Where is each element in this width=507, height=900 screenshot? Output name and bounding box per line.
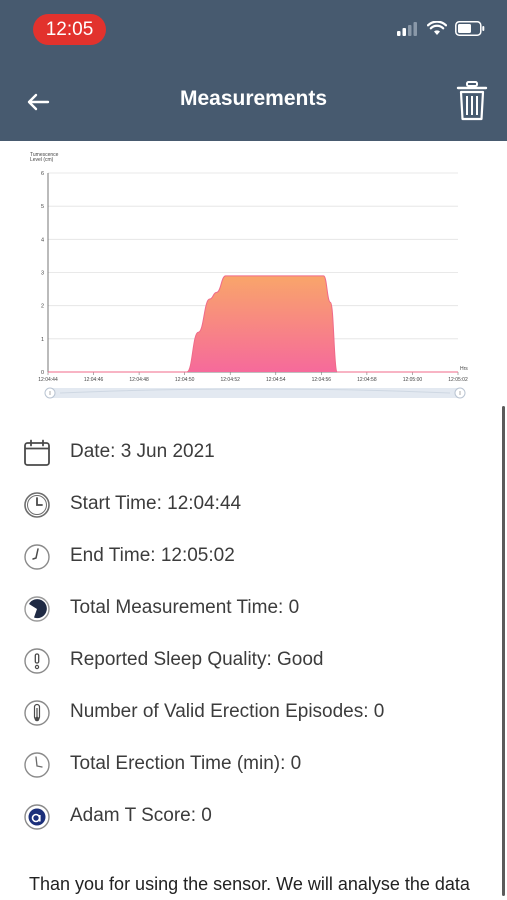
tumescence-chart: Tumescence Level (cm) 0 1 2 3 4 5 6 12:04:44 12:04…	[0, 141, 507, 406]
clock-duration-icon	[22, 750, 52, 780]
x-tick-label: 12:05:00	[403, 377, 423, 383]
scrollbar[interactable]	[502, 406, 505, 896]
y-tick-label: 6	[41, 171, 44, 177]
score-icon	[22, 802, 52, 832]
detail-total-measurement-time-text: Total Measurement Time: 0	[70, 597, 300, 618]
footer-message: Than you for using the sensor. We will a…	[29, 874, 470, 894]
detail-end-time-text: End Time: 12:05:02	[70, 545, 235, 566]
x-tick-label: 12:04:58	[357, 377, 377, 383]
y-tick-label: 2	[41, 304, 44, 310]
detail-adam-score: Adam T Score: 0	[0, 796, 500, 836]
detail-start-time: Start Time: 12:04:44	[0, 484, 500, 524]
nav-bar: Measurements	[0, 60, 507, 141]
battery-icon	[455, 21, 485, 41]
x-tick-label: 12:04:46	[84, 377, 104, 383]
detail-adam-score-text: Adam T Score: 0	[70, 805, 212, 826]
detail-start-time-text: Start Time: 12:04:44	[70, 493, 242, 514]
clock-end-icon	[22, 542, 52, 572]
pie-timer-icon	[22, 594, 52, 624]
trash-icon	[456, 81, 488, 121]
y-tick-label: 1	[41, 337, 44, 343]
detail-end-time: End Time: 12:05:02	[0, 536, 500, 576]
x-tick-label: 12:04:56	[312, 377, 332, 383]
detail-sleep-quality-text: Reported Sleep Quality: Good	[70, 649, 324, 670]
series-area	[48, 275, 458, 372]
delete-button[interactable]	[455, 80, 489, 122]
sleep-quality-icon	[22, 646, 52, 676]
detail-total-measurement-time: Total Measurement Time: 0	[0, 588, 500, 628]
x-tick-label: 12:04:52	[220, 377, 240, 383]
x-tick-label: 12:04:54	[266, 377, 286, 383]
detail-date: Date: 3 Jun 2021	[0, 432, 500, 472]
y-tick-label: 0	[41, 370, 44, 376]
chart-svg: TumescenceLevel (cm)012345612:04:44 12:04…	[30, 152, 468, 399]
y-tick-label: 4	[41, 237, 44, 243]
thermometer-icon	[22, 698, 52, 728]
x-axis-label: Hrs	[460, 366, 468, 372]
detail-total-erection-time: Total Erection Time (min): 0	[0, 744, 500, 784]
page-title: Measurements	[179, 87, 328, 110]
status-icons	[397, 20, 485, 41]
x-tick-label: 12:04:48	[129, 377, 149, 383]
status-time: 12:05	[33, 14, 106, 45]
cellular-signal-icon	[397, 21, 419, 41]
y-axis-label: Level (cm)	[30, 157, 54, 163]
x-tick-label: 12:04:50	[175, 377, 195, 383]
x-tick-label: 12:05:02	[448, 377, 468, 383]
status-bar: 12:05	[0, 0, 507, 60]
detail-valid-episodes-text: Number of Valid Erection Episodes: 0	[70, 701, 385, 722]
detail-valid-episodes: Number of Valid Erection Episodes: 0	[0, 692, 500, 732]
detail-sleep-quality: Reported Sleep Quality: Good	[0, 640, 500, 680]
wifi-icon	[426, 20, 448, 41]
calendar-icon	[22, 438, 52, 468]
x-tick-label: 12:04:44	[38, 377, 58, 383]
clock-icon	[22, 490, 52, 520]
detail-total-erection-time-text: Total Erection Time (min): 0	[70, 753, 302, 774]
y-tick-label: 5	[41, 204, 44, 210]
y-tick-label: 3	[41, 271, 44, 277]
detail-date-text: Date: 3 Jun 2021	[70, 441, 215, 462]
